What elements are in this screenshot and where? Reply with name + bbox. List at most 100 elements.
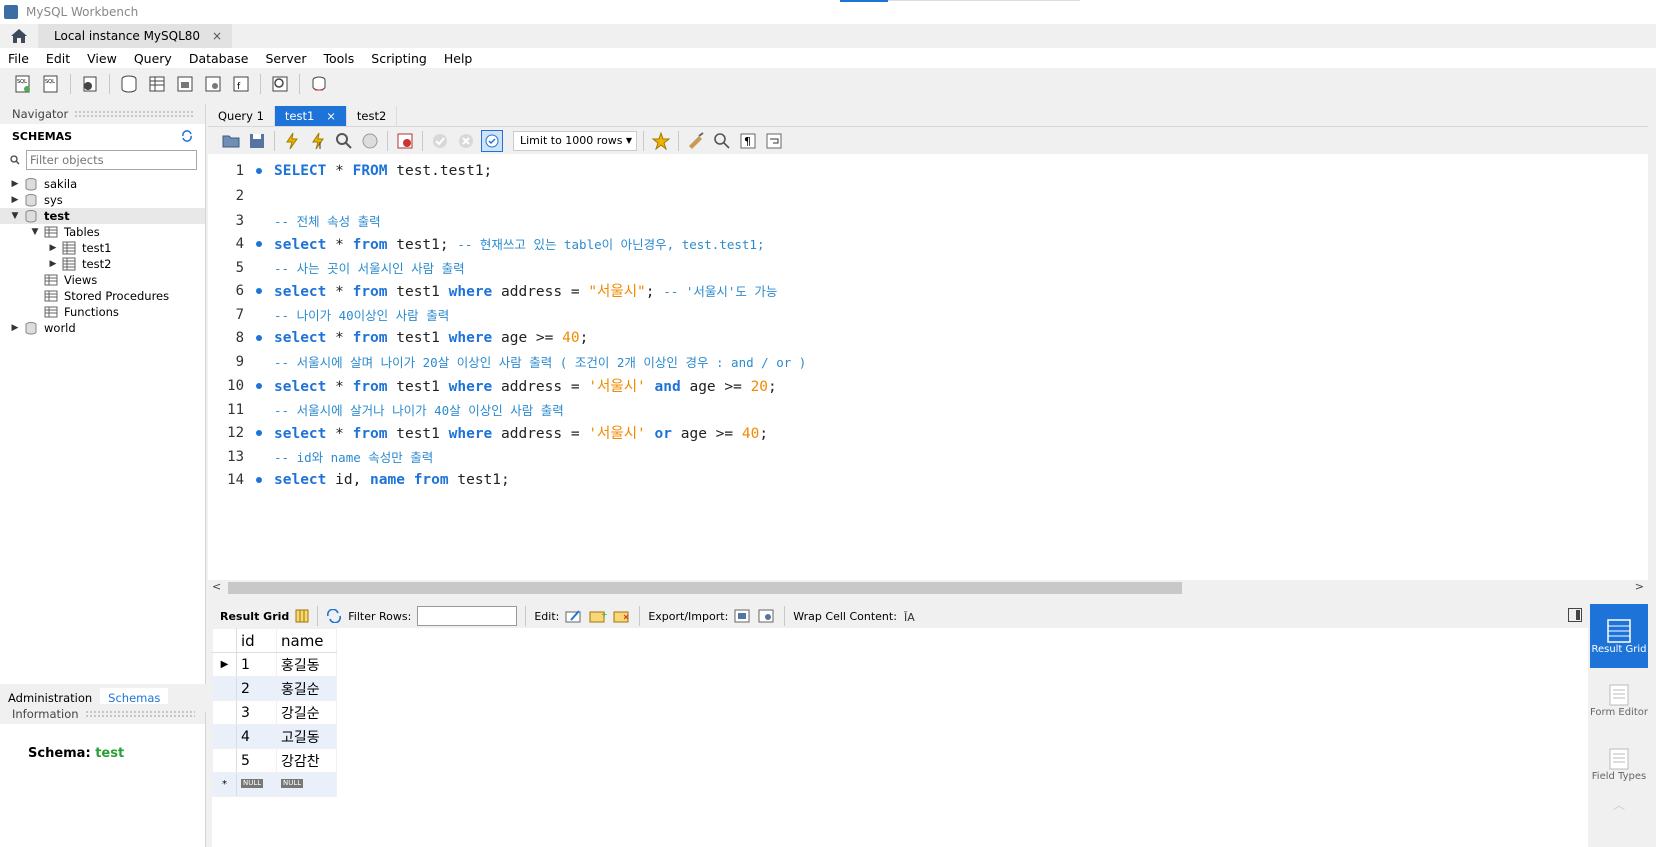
collapse-arrow-icon[interactable]: ▼ xyxy=(10,211,20,221)
execute-current-button[interactable] xyxy=(307,130,329,152)
tab-test2[interactable]: test2 xyxy=(347,106,398,126)
tree-node-test2[interactable]: ▶ test2 xyxy=(0,256,205,272)
rollback-button[interactable] xyxy=(455,130,477,152)
open-file-button[interactable] xyxy=(220,130,242,152)
export-icon[interactable] xyxy=(734,608,752,624)
create-view-button[interactable] xyxy=(174,73,196,95)
collapse-arrow-icon[interactable]: ▼ xyxy=(30,227,40,237)
find-replace-button[interactable] xyxy=(711,130,733,152)
new-sql-tab-button[interactable]: SQL xyxy=(12,73,34,95)
stop-button[interactable] xyxy=(359,130,381,152)
toggle-invisible-chars-button[interactable]: ¶ xyxy=(737,130,759,152)
create-procedure-button[interactable] xyxy=(202,73,224,95)
tree-node-tables[interactable]: ▼ Tables xyxy=(0,224,205,240)
editor-line[interactable]: 9 -- 서울시에 살며 나이가 20살 이상인 사람 출력 ( 조건이 2개 이… xyxy=(208,349,1648,374)
filter-rows-input[interactable] xyxy=(417,606,518,626)
reconnect-button[interactable] xyxy=(308,73,330,95)
search-table-data-button[interactable] xyxy=(269,73,291,95)
tree-node-test1[interactable]: ▶ test1 xyxy=(0,240,205,256)
home-button[interactable] xyxy=(0,24,38,48)
sql-editor[interactable]: 1 SELECT * FROM test.test1; 2 3 -- 전체 속성 출력 4… xyxy=(208,154,1648,580)
tree-node-views[interactable]: Views xyxy=(0,272,205,288)
editor-horizontal-scrollbar[interactable]: < > xyxy=(208,580,1648,596)
menu-server[interactable]: Server xyxy=(265,51,306,66)
cell-name[interactable]: 홍길동 xyxy=(276,652,337,677)
tree-node-functions[interactable]: Functions xyxy=(0,304,205,320)
tab-test1[interactable]: test1 × xyxy=(274,106,347,126)
cell-id[interactable]: 3 xyxy=(236,700,277,725)
menu-help[interactable]: Help xyxy=(444,51,473,66)
field-types-side-button[interactable]: Field Types xyxy=(1590,732,1648,796)
editor-line[interactable]: 1 SELECT * FROM test.test1; xyxy=(208,158,1648,183)
menu-database[interactable]: Database xyxy=(189,51,249,66)
editor-line[interactable]: 2 xyxy=(208,183,1648,208)
beautify-button[interactable] xyxy=(685,130,707,152)
limit-rows-select[interactable]: Limit to 1000 rows ▼ xyxy=(513,130,637,151)
connection-tab-close-icon[interactable]: × xyxy=(212,29,222,43)
cell-id[interactable]: 1 xyxy=(236,652,277,677)
tree-node-world[interactable]: ▶ world xyxy=(0,320,205,336)
table-row[interactable]: 2 홍길순 xyxy=(212,676,337,701)
table-row[interactable]: ▶ 1 홍길동 xyxy=(212,652,337,677)
expand-arrow-icon[interactable]: ▶ xyxy=(10,195,20,205)
table-row[interactable]: 4 고길동 xyxy=(212,724,337,749)
tree-node-test[interactable]: ▼ test xyxy=(0,208,205,224)
scroll-left-icon[interactable]: < xyxy=(212,580,221,593)
menu-view[interactable]: View xyxy=(87,51,117,66)
tab-close-icon[interactable]: × xyxy=(326,109,336,123)
refresh-icon[interactable] xyxy=(181,130,193,142)
wrap-cell-icon[interactable]: ĪA xyxy=(903,609,917,623)
menu-edit[interactable]: Edit xyxy=(46,51,70,66)
result-grid-label[interactable]: Result Grid xyxy=(220,610,289,623)
expand-arrow-icon[interactable]: ▶ xyxy=(48,243,58,253)
editor-line[interactable]: 11 -- 서울시에 살거나 나이가 40살 이상인 사람 출력 xyxy=(208,397,1648,422)
scrollbar-thumb[interactable] xyxy=(228,582,1182,594)
inspector-button[interactable] xyxy=(79,73,101,95)
execute-all-button[interactable] xyxy=(281,130,303,152)
connection-tab[interactable]: Local instance MySQL80 × xyxy=(38,24,233,48)
expand-arrow-icon[interactable]: ▶ xyxy=(48,259,58,269)
import-icon[interactable] xyxy=(758,608,776,624)
tree-node-sakila[interactable]: ▶ sakila xyxy=(0,176,205,192)
column-header-name[interactable]: name xyxy=(276,628,337,653)
menu-scripting[interactable]: Scripting xyxy=(371,51,427,66)
cell-name[interactable]: 홍길순 xyxy=(276,676,337,701)
form-editor-side-button[interactable]: Form Editor xyxy=(1590,668,1648,732)
editor-line[interactable]: 14 select id, name from test1; xyxy=(208,467,1648,492)
editor-line[interactable]: 12 select * from test1 where address = '서… xyxy=(208,420,1648,445)
cell-id[interactable]: 2 xyxy=(236,676,277,701)
commit-button[interactable] xyxy=(429,130,451,152)
edit-row-icon[interactable] xyxy=(565,609,583,623)
cell-name[interactable]: 강길순 xyxy=(276,700,337,725)
new-row[interactable]: * NULL NULL xyxy=(212,772,337,797)
editor-line[interactable]: 5 -- 사는 곳이 서울시인 사람 출력 xyxy=(208,255,1648,280)
explain-button[interactable] xyxy=(333,130,355,152)
insert-row-icon[interactable]: + xyxy=(589,609,607,623)
editor-line[interactable]: 10 select * from test1 where address = '서… xyxy=(208,373,1648,398)
editor-line[interactable]: 13 -- id와 name 속성만 출력 xyxy=(208,444,1648,469)
cell-id[interactable]: 5 xyxy=(236,748,277,773)
cell-id[interactable]: 4 xyxy=(236,724,277,749)
grid-layout-icon[interactable] xyxy=(295,609,309,623)
expand-arrow-icon[interactable]: ▶ xyxy=(10,179,20,189)
editor-line[interactable]: 8 select * from test1 where age >= 40; xyxy=(208,325,1648,350)
table-row[interactable]: 5 강감찬 xyxy=(212,748,337,773)
result-grid[interactable]: id name ▶ 1 홍길동 2 홍길순 3 강길순 4 고길동 5 강감찬 xyxy=(212,628,1588,847)
toggle-stop-on-error-button[interactable] xyxy=(394,130,416,152)
tree-node-stored-procedures[interactable]: Stored Procedures xyxy=(0,288,205,304)
editor-line[interactable]: 6 select * from test1 where address = "서울… xyxy=(208,278,1648,303)
delete-row-icon[interactable] xyxy=(613,609,631,623)
create-table-button[interactable] xyxy=(146,73,168,95)
toggle-wrap-button[interactable] xyxy=(763,130,785,152)
new-cell-name[interactable]: NULL xyxy=(276,772,337,797)
open-sql-script-button[interactable]: SQL xyxy=(40,73,62,95)
column-header-id[interactable]: id xyxy=(236,628,277,653)
editor-line[interactable]: 4 select * from test1; -- 현재쓰고 있는 table이 … xyxy=(208,231,1648,256)
scroll-down-chevron-icon[interactable]: ︿ xyxy=(1590,796,1648,813)
cell-name[interactable]: 고길동 xyxy=(276,724,337,749)
menu-file[interactable]: File xyxy=(8,51,29,66)
menu-tools[interactable]: Tools xyxy=(323,51,354,66)
tab-query-1[interactable]: Query 1 xyxy=(208,106,275,126)
menu-query[interactable]: Query xyxy=(134,51,172,66)
editor-line[interactable]: 3 -- 전체 속성 출력 xyxy=(208,208,1648,233)
